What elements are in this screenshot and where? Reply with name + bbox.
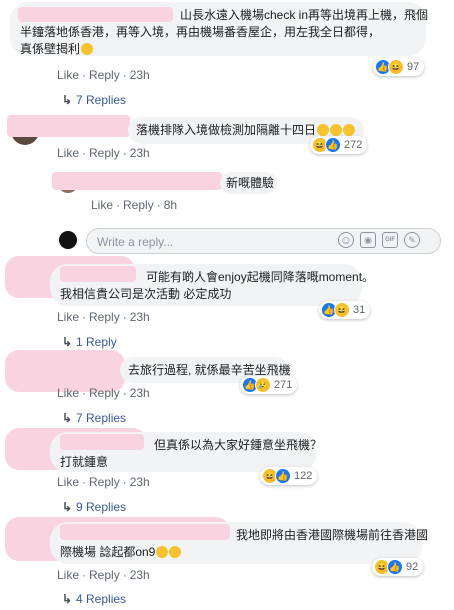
reply-arrow-icon: ↳ — [62, 335, 73, 349]
like-link[interactable]: Like — [57, 568, 79, 582]
reaction-count: 97 — [407, 61, 420, 73]
camera-icon[interactable]: ◉ — [360, 232, 376, 248]
reaction-count: 92 — [406, 561, 419, 573]
reply-arrow-icon: ↳ — [62, 500, 73, 514]
view-replies-link[interactable]: ↳ 7 Replies — [62, 93, 126, 107]
comment-actions: Like · Reply · 23h — [57, 146, 150, 160]
gif-icon[interactable]: GIF — [382, 232, 398, 248]
like-link[interactable]: Like — [57, 475, 79, 489]
reaction-summary[interactable]: 😆 👍 272 — [310, 136, 368, 154]
timestamp[interactable]: 8h — [164, 198, 177, 212]
like-link[interactable]: Like — [91, 198, 113, 212]
reaction-count: 122 — [294, 470, 313, 482]
redacted-name — [60, 434, 144, 450]
reaction-summary[interactable]: 👍 😆 31 — [319, 301, 371, 319]
reply-link[interactable]: Reply — [89, 68, 120, 82]
sad-reaction-icon: 😢 — [255, 377, 271, 393]
reply-link[interactable]: Reply — [89, 475, 120, 489]
reaction-count: 272 — [344, 139, 363, 151]
view-replies-link[interactable]: ↳ 4 Replies — [62, 592, 126, 606]
redacted-name — [52, 172, 222, 190]
comment-text: 去旅行過程, 就係最辛苦坐飛機 — [128, 363, 291, 377]
laughing-emoji-icon — [317, 124, 330, 136]
laughing-emoji-icon — [81, 43, 94, 55]
timestamp[interactable]: 23h — [130, 568, 150, 582]
reaction-summary[interactable]: 😆 👍 122 — [260, 467, 318, 485]
reaction-count: 271 — [274, 379, 293, 391]
comment-actions: Like · Reply · 23h — [57, 386, 150, 400]
like-reaction-icon: 👍 — [325, 137, 341, 153]
timestamp[interactable]: 23h — [130, 310, 150, 324]
comment-actions: Like · Reply · 23h — [57, 68, 150, 82]
redacted-name — [60, 524, 230, 540]
redacted-name — [7, 115, 130, 137]
smiley-icon[interactable]: ☺ — [338, 232, 354, 248]
timestamp[interactable]: 23h — [130, 146, 150, 160]
comment-actions: Like · Reply · 23h — [57, 568, 150, 582]
comment-text-line: 我相信貴公司是次活動 必定成功 — [60, 287, 232, 301]
redacted-name — [18, 7, 173, 22]
reaction-summary[interactable]: 👍 😆 97 — [373, 58, 425, 76]
view-replies-link[interactable]: ↳ 1 Reply — [62, 335, 117, 349]
reply-link[interactable]: Reply — [89, 310, 120, 324]
like-link[interactable]: Like — [57, 146, 79, 160]
comment-actions: Like · Reply · 23h — [57, 475, 150, 489]
comment-text-line: 半鐘落地係香港，再等入境，再由機場番香屋企，用左我全日都得， — [20, 25, 381, 39]
reply-arrow-icon: ↳ — [62, 411, 73, 425]
like-reaction-icon: 👍 — [387, 559, 403, 575]
haha-reaction-icon: 😆 — [388, 59, 404, 75]
redacted-name — [60, 266, 136, 282]
avatar[interactable] — [59, 231, 77, 249]
reply-arrow-icon: ↳ — [62, 592, 73, 606]
comment-bubble: 新嘅體驗 — [220, 172, 277, 194]
timestamp[interactable]: 23h — [130, 475, 150, 489]
reaction-summary[interactable]: 😆 👍 92 — [372, 558, 424, 576]
view-replies-link[interactable]: ↳ 9 Replies — [62, 500, 126, 514]
comment-text-line: 際機場 諗起都on9 — [60, 545, 156, 559]
laughing-emoji-icon — [169, 546, 182, 558]
comment-actions: Like · Reply · 8h — [91, 198, 178, 212]
comment-actions: Like · Reply · 23h — [57, 310, 150, 324]
laughing-emoji-icon — [330, 124, 343, 136]
like-link[interactable]: Like — [57, 68, 79, 82]
comment-text: 落機排隊入境做檢測加隔離十四日 — [136, 123, 317, 137]
laughing-emoji-icon — [343, 124, 356, 136]
view-replies-link[interactable]: ↳ 7 Replies — [62, 411, 126, 425]
reply-link[interactable]: Reply — [89, 386, 120, 400]
reply-arrow-icon: ↳ — [62, 93, 73, 107]
reaction-summary[interactable]: 👍 😢 271 — [240, 376, 298, 394]
sticker-icon[interactable]: ✎ — [404, 232, 420, 248]
timestamp[interactable]: 23h — [130, 386, 150, 400]
like-reaction-icon: 👍 — [275, 468, 291, 484]
haha-reaction-icon: 😆 — [334, 302, 350, 318]
reply-link[interactable]: Reply — [89, 568, 120, 582]
comment-text: 新嘅體驗 — [226, 176, 275, 190]
like-link[interactable]: Like — [57, 310, 79, 324]
comment-text-line: 真係壁揭利 — [20, 42, 81, 56]
comment-bubble: 山長水遠入機場check in再等出境再上機，飛個 半鐘落地係香港，再等入境，再… — [10, 2, 428, 56]
reply-link[interactable]: Reply — [89, 146, 120, 160]
reply-link[interactable]: Reply — [123, 198, 154, 212]
composer-icons: ☺ ◉ GIF ✎ — [338, 232, 420, 248]
timestamp[interactable]: 23h — [130, 68, 150, 82]
laughing-emoji-icon — [156, 546, 169, 558]
like-link[interactable]: Like — [57, 386, 79, 400]
reaction-count: 31 — [353, 304, 366, 316]
